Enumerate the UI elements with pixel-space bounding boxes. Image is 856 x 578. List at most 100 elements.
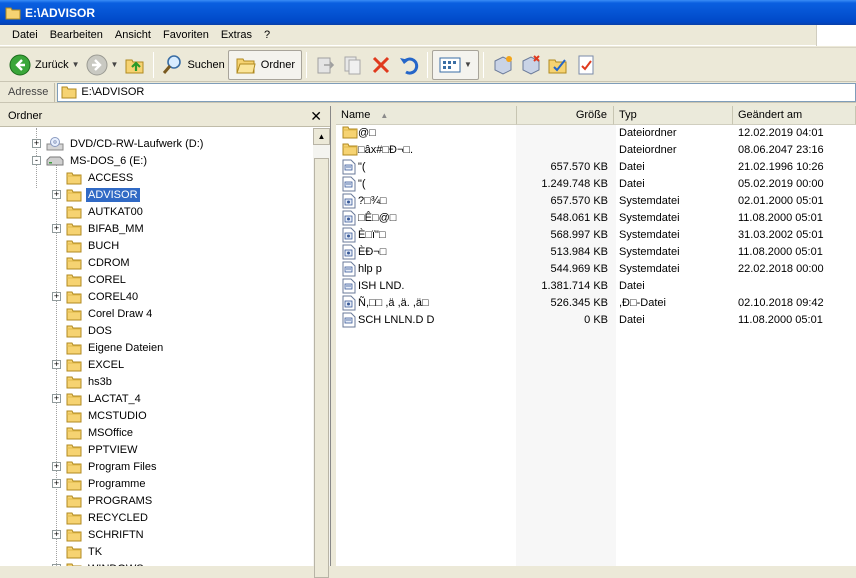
tree-item[interactable]: + ADVISOR [52, 186, 140, 203]
tree-item[interactable]: Corel Draw 4 [52, 305, 154, 322]
file-row[interactable]: SCH LNLN.D D 0 KB Datei 11.08.2000 05:01 [336, 312, 856, 329]
tree-item[interactable]: + EXCEL [52, 356, 126, 373]
tree-item[interactable]: PPTVIEW [52, 441, 140, 458]
tree-item[interactable]: MCSTUDIO [52, 407, 149, 424]
tree-item[interactable]: AUTKAT00 [52, 203, 145, 220]
disconnect-drive-button[interactable] [516, 50, 544, 80]
delete-button[interactable] [367, 50, 395, 80]
expand-icon[interactable]: + [52, 530, 61, 539]
expand-icon[interactable]: + [52, 190, 61, 199]
file-row[interactable]: □Ê□@□ 548.061 KB Systemdatei 11.08.2000 05:… [336, 210, 856, 227]
undo-button[interactable] [395, 50, 423, 80]
toolbar-separator [482, 51, 484, 78]
views-button[interactable]: ▼ [432, 49, 479, 80]
expand-icon[interactable]: + [52, 360, 61, 369]
tree-item[interactable]: + COREL40 [52, 288, 140, 305]
tree-item[interactable]: DOS [52, 322, 114, 339]
forward-button[interactable]: ▼ [83, 50, 122, 80]
tree-item[interactable]: + SCHRIFTN [52, 526, 146, 543]
toolbar-separator [153, 51, 155, 78]
file-row[interactable]: "(657.570 KB Datei 21.02.1996 10:26 [336, 159, 856, 176]
chevron-down-icon[interactable]: ▼ [72, 60, 80, 69]
search-button[interactable]: Suchen [158, 50, 227, 80]
tree-item[interactable]: Eigene Dateien [52, 339, 165, 356]
file-type: Datei [619, 280, 645, 292]
scroll-thumb[interactable] [314, 158, 329, 578]
system-file-icon [342, 227, 356, 243]
expand-icon[interactable]: + [32, 139, 41, 148]
file-row[interactable]: ?□¾□ 657.570 KB Systemdatei 02.01.2000 05:0… [336, 193, 856, 210]
tree-item[interactable]: PROGRAMS [52, 492, 154, 509]
menu-ansicht[interactable]: Ansicht [109, 29, 157, 41]
map-drive-button[interactable] [488, 50, 516, 80]
column-header-type[interactable]: Typ [614, 106, 733, 125]
menu-help[interactable]: ? [258, 29, 276, 41]
chevron-down-icon[interactable]: ▼ [464, 60, 472, 69]
folder-icon [66, 256, 82, 270]
tree-item[interactable]: + Programme [52, 475, 147, 492]
menu-favoriten[interactable]: Favoriten [157, 29, 215, 41]
chevron-down-icon[interactable]: ▼ [111, 60, 119, 69]
column-header-size[interactable]: Größe [517, 106, 614, 125]
expand-icon[interactable]: + [52, 394, 61, 403]
address-field[interactable]: E:\ADVISOR [57, 82, 856, 102]
up-folder-button[interactable] [121, 50, 149, 80]
menu-extras[interactable]: Extras [215, 29, 258, 41]
tree-scrollbar[interactable]: ▲ [313, 128, 330, 578]
file-row[interactable]: □âx#□Ð¬□. Dateiordner 08.06.2047 23:16 [336, 142, 856, 159]
properties-button[interactable] [572, 50, 600, 80]
tree-item[interactable]: ACCESS [52, 169, 135, 186]
file-row[interactable]: hlp p 544.969 KB Systemdatei 22.02.2018 00:… [336, 261, 856, 278]
move-to-button[interactable] [311, 50, 339, 80]
expand-icon[interactable]: + [52, 462, 61, 471]
tree-item[interactable]: + Program Files [52, 458, 158, 475]
menu-datei[interactable]: Datei [6, 29, 44, 41]
file-row[interactable]: "(1.249.748 KB Datei 05.02.2019 00:00 [336, 176, 856, 193]
file-row[interactable]: ISH LND. 1.381.714 KB Datei [336, 278, 856, 295]
tree-item[interactable]: MSOffice [52, 424, 135, 441]
tree-item-label: TK [88, 545, 103, 558]
copy-to-button[interactable] [339, 50, 367, 80]
close-icon[interactable]: ✕ [310, 108, 322, 124]
tree-item[interactable]: + DVD/CD-RW-Laufwerk (D:) [32, 135, 205, 152]
column-header-name[interactable]: Name ▲ [336, 106, 517, 125]
expand-icon[interactable]: + [52, 224, 61, 233]
tree-item[interactable]: +WINDOWS [52, 560, 146, 566]
file-modified: 05.02.2019 00:00 [738, 178, 824, 190]
column-header-modified[interactable]: Geändert am [733, 106, 856, 125]
address-path[interactable]: E:\ADVISOR [81, 86, 144, 98]
tree-item-label: hs3b [88, 375, 112, 388]
file-row[interactable]: @□ Dateiordner 12.02.2019 04:01 [336, 125, 856, 142]
scroll-up-icon[interactable]: ▲ [313, 128, 330, 145]
sync-folder-button[interactable] [544, 50, 572, 80]
tree-item[interactable]: hs3b [52, 373, 114, 390]
tree-item[interactable]: + BIFAB_MM [52, 220, 146, 237]
back-button[interactable]: Zurück ▼ [6, 50, 83, 80]
folder-icon [66, 443, 82, 457]
window-title: E:\ADVISOR [25, 5, 96, 20]
tree-item[interactable]: TK [52, 543, 104, 560]
tree-item[interactable]: RECYCLED [52, 509, 150, 526]
back-label: Zurück [35, 58, 69, 71]
tree-item[interactable]: CDROM [52, 254, 132, 271]
tree-item[interactable]: - MS-DOS_6 (E:) [32, 152, 149, 169]
tree-item-label: BIFAB_MM [88, 222, 144, 235]
file-row[interactable]: ÈÐ¬□ 513.984 KB Systemdatei 11.08.2000 05:0… [336, 244, 856, 261]
tree-item[interactable]: BUCH [52, 237, 121, 254]
file-row[interactable]: È□ï"□ 568.997 KB Systemdatei 31.03.2002 05:… [336, 227, 856, 244]
expander-glyph: + [33, 138, 40, 148]
folders-button[interactable]: Ordner [227, 49, 303, 80]
tree-item-label: LACTAT_4 [88, 392, 141, 405]
expand-icon[interactable]: + [52, 292, 61, 301]
collapse-icon[interactable]: - [32, 156, 41, 165]
folder-icon [61, 85, 77, 99]
expand-icon[interactable]: + [52, 479, 61, 488]
tree-item[interactable]: + LACTAT_4 [52, 390, 143, 407]
menu-bearbeiten[interactable]: Bearbeiten [44, 29, 109, 41]
disconnect-drive-icon [519, 54, 541, 76]
tree-item[interactable]: COREL [52, 271, 128, 288]
file-row[interactable]: Ñ,□□ ,ä ,ä. ,ä□ 526.345 KB ,Ð□-Datei 02.10.… [336, 295, 856, 312]
file-size: 1.249.748 KB [541, 178, 608, 190]
